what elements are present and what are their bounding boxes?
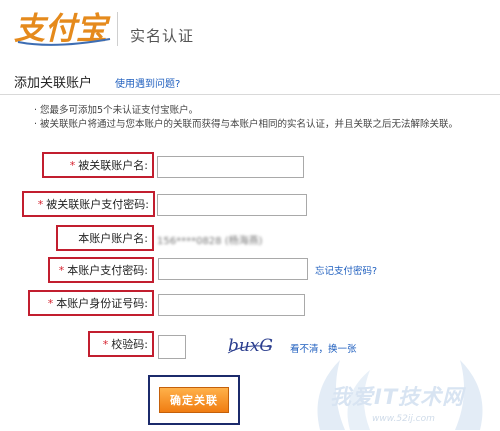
- id-number-input[interactable]: [158, 294, 305, 316]
- required-mark: *: [69, 158, 76, 172]
- this-password-label-text: 本账户支付密码:: [67, 264, 148, 277]
- this-account-value: 156****0828 (杨海燕): [157, 236, 263, 247]
- linked-password-label-text: 被关联账户支付密码:: [46, 198, 149, 211]
- required-mark: *: [47, 296, 54, 310]
- required-mark: *: [58, 263, 65, 277]
- captcha-label-text: 校验码:: [111, 338, 148, 351]
- alipay-logo: 支付宝: [14, 11, 111, 47]
- watermark-url: www.52ij.com: [372, 414, 435, 424]
- linked-account-input[interactable]: [157, 156, 304, 178]
- note-item: 您最多可添加5个未认证支付宝账户。: [34, 104, 458, 118]
- header-divider: [117, 12, 118, 46]
- captcha-image[interactable]: buxG: [226, 333, 276, 357]
- page-title: 实名认证: [130, 27, 195, 45]
- linked-account-label: * 被关联账户名:: [42, 152, 154, 178]
- section-title: 添加关联账户: [14, 76, 93, 91]
- this-account-label: 本账户账户名:: [56, 225, 154, 251]
- id-number-label-text: 本账户身份证号码:: [56, 297, 148, 310]
- forgot-password-link[interactable]: 忘记支付密码?: [315, 263, 377, 277]
- captcha-input[interactable]: [158, 335, 186, 359]
- linked-password-label: * 被关联账户支付密码:: [22, 191, 155, 217]
- id-number-label: * 本账户身份证号码:: [28, 290, 154, 316]
- confirm-link-button[interactable]: 确定关联: [159, 387, 229, 413]
- this-account-label-text: 本账户账户名:: [78, 232, 148, 245]
- linked-account-label-text: 被关联账户名:: [78, 159, 148, 172]
- this-password-input[interactable]: [158, 258, 308, 280]
- required-mark: *: [37, 197, 44, 211]
- notes-list: 您最多可添加5个未认证支付宝账户。 被关联账户将通过与您本账户的关联而获得与本账…: [34, 104, 458, 132]
- required-mark: *: [102, 337, 109, 351]
- watermark-text: 我爱IT技术网: [330, 385, 465, 409]
- help-link[interactable]: 使用遇到问题?: [115, 75, 180, 90]
- page-header: 支付宝 实名认证: [0, 0, 500, 62]
- linked-password-input[interactable]: [157, 194, 307, 216]
- note-item: 被关联账户将通过与您本账户的关联而获得与本账户相同的实名认证，并且关联之后无法解…: [34, 118, 458, 132]
- captcha-label: * 校验码:: [88, 331, 154, 357]
- this-password-label: * 本账户支付密码:: [48, 257, 154, 283]
